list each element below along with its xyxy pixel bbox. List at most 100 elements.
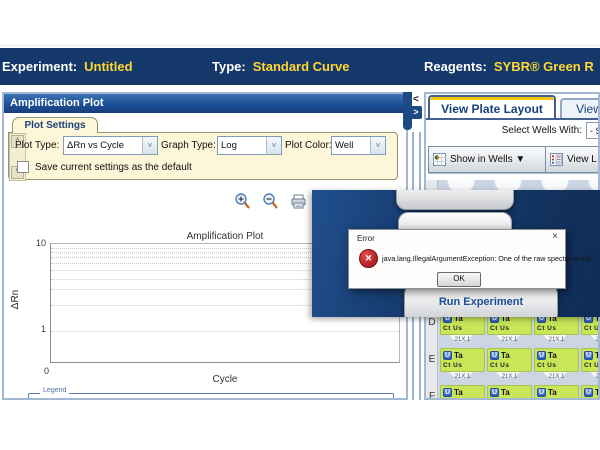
well-line2: Ct Us [537, 324, 578, 333]
unknown-task-icon: U [537, 388, 546, 397]
legend-list-icon [550, 153, 563, 166]
reagents-value: SYBR® Green R [494, 59, 594, 74]
well-target: Ta [548, 351, 557, 360]
error-message: java.lang.IllegalArgumentException: One … [382, 254, 591, 263]
legend-box [28, 393, 394, 400]
expand-right-icon[interactable]: > [410, 106, 422, 119]
well-box: UTaCt Us [534, 348, 579, 372]
well-F1[interactable]: UTaCt Us21X.1 [440, 385, 485, 400]
graph-type-select[interactable]: Log ˅ [217, 136, 282, 155]
experiment-banner: Experiment: Untitled Type: Standard Curv… [0, 48, 600, 85]
chevron-down-icon: ˅ [370, 137, 385, 154]
chart-title: Amplification Plot [120, 231, 330, 242]
well-line3: 21X.1 [440, 372, 485, 382]
gridline-1 [51, 331, 399, 332]
well-E3[interactable]: UTaCt Us21X.1 [534, 348, 579, 382]
plate-row-label-E: E [426, 354, 438, 365]
banner-experiment: Experiment: Untitled [2, 48, 133, 85]
panel-title: Amplification Plot [4, 94, 406, 113]
well-box: UTaCt Us [581, 348, 598, 372]
plot-type-value: ΔRn vs Cycle [67, 140, 124, 151]
well-line2: Ct Us [584, 361, 598, 370]
type-value: Standard Curve [253, 59, 350, 74]
plate-row-label-D: D [426, 317, 438, 328]
unknown-task-icon: U [490, 388, 499, 397]
plot-color-value: Well [335, 140, 353, 151]
banner-type: Type: Standard Curve [212, 48, 350, 85]
tab-plot-settings[interactable]: Plot Settings [12, 117, 98, 133]
top-separator [0, 45, 600, 46]
collapse-left-icon[interactable]: < [413, 95, 419, 105]
select-wells-dropdown[interactable]: - S [586, 122, 600, 139]
well-line2: Ct Us [490, 398, 531, 400]
well-line3: 21X.1 [534, 372, 579, 382]
unknown-task-icon: U [584, 351, 593, 360]
show-in-wells-button[interactable]: Show in Wells ▼ [428, 146, 550, 173]
tab-view-next[interactable]: View [560, 98, 600, 118]
well-box: UTaCt Us [440, 385, 485, 400]
wells-grid-icon [433, 153, 446, 166]
graph-type-label: Graph Type: [161, 140, 216, 151]
well-line3: 21X.1 [487, 372, 532, 382]
plate-row-label-F: F [426, 391, 438, 400]
well-line3: 21X.1 [440, 335, 485, 345]
plot-settings-body: Plot Type: ΔRn vs Cycle ˅ Graph Type: Lo… [8, 132, 398, 180]
reagents-label: Reagents: [424, 59, 487, 74]
well-target: Ta [501, 351, 510, 360]
run-experiment-label: Run Experiment [405, 296, 557, 308]
unknown-task-icon: U [537, 351, 546, 360]
tab-view-plate-layout[interactable]: View Plate Layout [428, 95, 556, 118]
tab-underline [426, 118, 598, 120]
well-line2: Ct Us [443, 398, 484, 400]
well-line2: Ct Us [584, 398, 598, 400]
close-icon[interactable]: × [552, 232, 558, 242]
plot-type-label: Plot Type: [15, 140, 59, 151]
well-line3: 21X.1 [487, 335, 532, 345]
well-line2: Ct Us [537, 398, 578, 400]
well-line3: 21X.1 [581, 335, 598, 345]
save-default-label: Save current settings as the default [35, 162, 192, 173]
well-box: UTaCt Us [487, 348, 532, 372]
well-target: Ta [595, 388, 598, 397]
well-F4[interactable]: UTaCt Us21X.1 [581, 385, 598, 400]
well-target: Ta [501, 388, 510, 397]
plot-type-select[interactable]: ΔRn vs Cycle ˅ [63, 136, 158, 155]
well-F3[interactable]: UTaCt Us21X.1 [534, 385, 579, 400]
plot-color-label: Plot Color: [285, 140, 332, 151]
well-box: UTaCt Us [440, 348, 485, 372]
well-line2: Ct Us [537, 361, 578, 370]
save-default-checkbox[interactable] [17, 161, 29, 173]
print-icon[interactable] [290, 194, 307, 209]
ok-button[interactable]: OK [437, 272, 481, 287]
plot-color-select[interactable]: Well ˅ [331, 136, 386, 155]
ytick-10: 10 [28, 238, 46, 248]
unknown-task-icon: U [490, 351, 499, 360]
x-axis-label: Cycle [180, 374, 270, 385]
well-line3: 21X.1 [534, 335, 579, 345]
select-wells-label: Select Wells With: [466, 125, 582, 136]
background-button[interactable] [396, 190, 514, 210]
type-label: Type: [212, 59, 246, 74]
view-legend-button[interactable]: View L [545, 146, 600, 173]
experiment-value: Untitled [84, 59, 132, 74]
chevron-down-icon: ˅ [266, 137, 281, 154]
legend-label: Legend [40, 387, 69, 394]
y-axis-label: ΔRn [10, 290, 21, 309]
view-legend-label: View L [567, 154, 597, 165]
well-E4[interactable]: UTaCt Us21X.1 [581, 348, 598, 382]
error-icon: ✕ [359, 249, 378, 268]
zoom-in-icon[interactable] [234, 193, 251, 210]
well-box: UTaCt Us [581, 385, 598, 400]
active-tab-accent [430, 97, 554, 100]
show-in-wells-label: Show in Wells ▼ [450, 154, 525, 165]
error-dialog: Error × ✕ java.lang.IllegalArgumentExcep… [348, 229, 566, 289]
experiment-label: Experiment: [2, 59, 77, 74]
well-target: Ta [595, 351, 598, 360]
unknown-task-icon: U [443, 388, 452, 397]
well-line2: Ct Us [443, 324, 484, 333]
zoom-out-icon[interactable] [262, 193, 279, 210]
well-E1[interactable]: UTaCt Us21X.1 [440, 348, 485, 382]
well-E2[interactable]: UTaCt Us21X.1 [487, 348, 532, 382]
well-F2[interactable]: UTaCt Us21X.1 [487, 385, 532, 400]
well-line2: Ct Us [490, 361, 531, 370]
